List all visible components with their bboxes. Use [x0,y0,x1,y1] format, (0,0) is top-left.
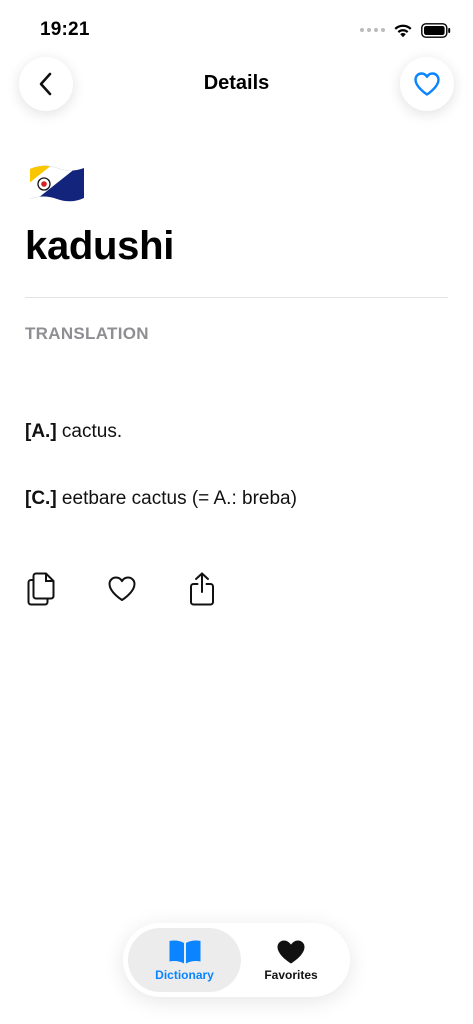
translation-section-label: TRANSLATION [25,324,149,343]
cellular-signal-icon [360,28,385,32]
translation-text: cactus. [56,421,123,442]
tab-label: Favorites [264,967,318,982]
translation-code: [A.] [25,421,57,442]
copy-button[interactable] [23,571,59,607]
favorite-action-button[interactable] [104,571,140,607]
heart-outline-icon [108,576,136,601]
translation-code: [C.] [25,488,57,509]
favorite-button[interactable] [400,57,454,111]
copy-icon [27,572,55,606]
status-time: 19:21 [40,19,90,40]
translation-line: [A.] cactus. [25,421,122,443]
bonaire-flag-icon [28,160,86,206]
battery-icon [421,22,451,38]
heart-filled-icon [277,940,305,963]
share-icon [190,572,214,606]
wifi-icon [394,24,412,37]
status-indicators [360,19,451,41]
tab-label: Dictionary [155,967,214,982]
status-bar: 19:21 [0,0,473,50]
tab-bar: Dictionary Favorites [123,923,350,997]
tab-favorites[interactable]: Favorites [236,928,346,992]
divider [25,297,448,298]
share-button[interactable] [184,571,220,607]
translation-line: [C.] eetbare cactus (= A.: breba) [25,488,297,510]
book-icon [169,940,200,963]
tab-dictionary[interactable]: Dictionary [128,928,241,992]
heart-outline-icon [414,72,440,96]
entry-word: kadushi [25,224,175,268]
translation-text: eetbare cactus (= A.: breba) [56,488,297,509]
